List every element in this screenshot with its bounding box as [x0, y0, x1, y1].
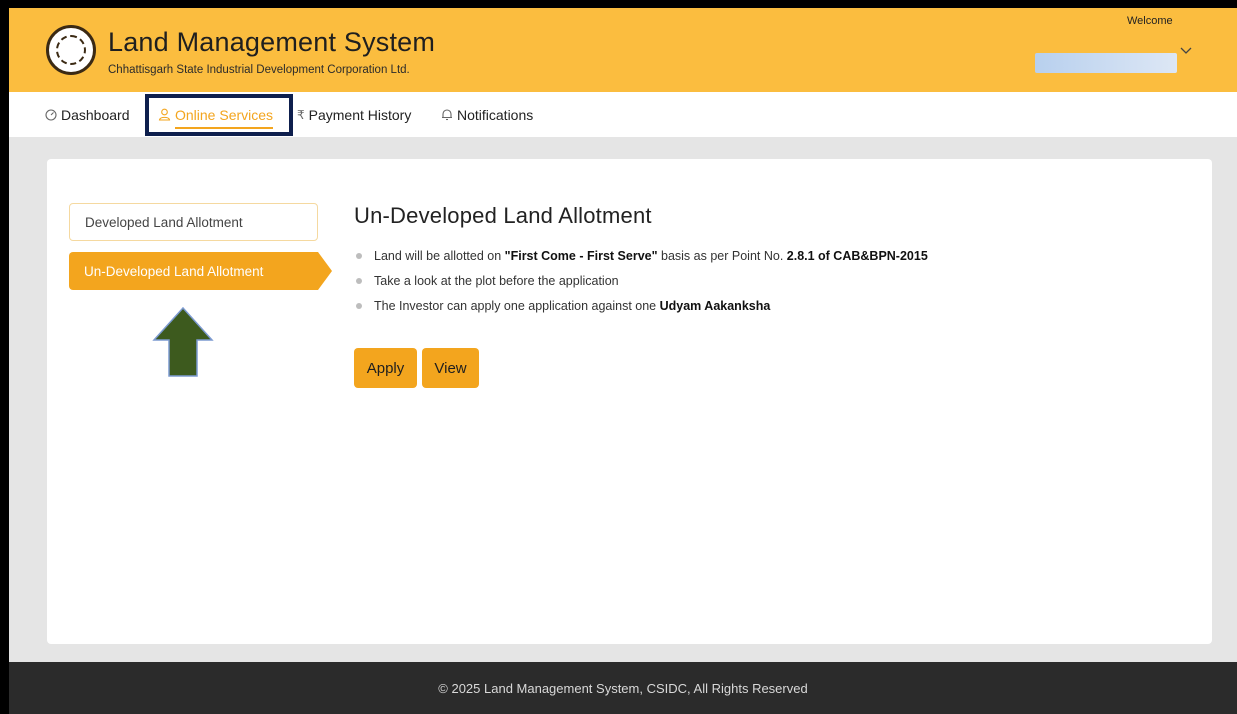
- annotation-arrow-up-icon: [152, 306, 214, 377]
- list-item: Land will be allotted on "First Come - F…: [354, 247, 928, 272]
- app-title: Land Management System: [108, 27, 436, 57]
- main-card: Developed Land Allotment Un-Developed La…: [47, 159, 1212, 644]
- dashboard-icon: [45, 108, 57, 121]
- nav-online-services[interactable]: Online Services: [158, 92, 274, 137]
- tab-undeveloped-land-allotment[interactable]: Un-Developed Land Allotment: [69, 252, 332, 290]
- app-window: Land Management System Chhattisgarh Stat…: [9, 8, 1237, 714]
- copyright-text: © 2025 Land Management System, CSIDC, Al…: [438, 680, 808, 696]
- bell-icon: [441, 108, 453, 121]
- logo-emblem: [56, 35, 86, 65]
- footer: © 2025 Land Management System, CSIDC, Al…: [9, 662, 1237, 714]
- nav-payment-history-label: Payment History: [308, 106, 412, 123]
- nav-notifications[interactable]: Notifications: [441, 92, 533, 137]
- csidc-logo: [46, 25, 96, 75]
- nav-bar: Dashboard Online Services ₹ Payment Hist…: [9, 92, 1237, 137]
- view-button[interactable]: View: [422, 348, 479, 388]
- user-icon: [158, 108, 171, 121]
- nav-dashboard[interactable]: Dashboard: [45, 92, 130, 137]
- rupee-icon: ₹: [297, 107, 305, 122]
- tab-developed-land-allotment[interactable]: Developed Land Allotment: [69, 203, 318, 241]
- nav-online-services-label: Online Services: [175, 107, 274, 129]
- nav-payment-history[interactable]: ₹ Payment History: [297, 92, 411, 137]
- nav-notifications-label: Notifications: [457, 106, 534, 123]
- chevron-down-icon[interactable]: [1179, 44, 1195, 60]
- apply-button[interactable]: Apply: [354, 348, 417, 388]
- content-title: Un-Developed Land Allotment: [354, 203, 652, 228]
- info-list: Land will be allotted on "First Come - F…: [354, 247, 928, 322]
- list-item: The Investor can apply one application a…: [354, 297, 928, 322]
- welcome-text: Welcome: [1127, 15, 1173, 27]
- nav-dashboard-label: Dashboard: [61, 106, 130, 123]
- header: Land Management System Chhattisgarh Stat…: [9, 8, 1237, 92]
- app-subtitle: Chhattisgarh State Industrial Developmen…: [108, 64, 410, 76]
- user-name-field[interactable]: [1035, 53, 1177, 73]
- list-item: Take a look at the plot before the appli…: [354, 272, 928, 297]
